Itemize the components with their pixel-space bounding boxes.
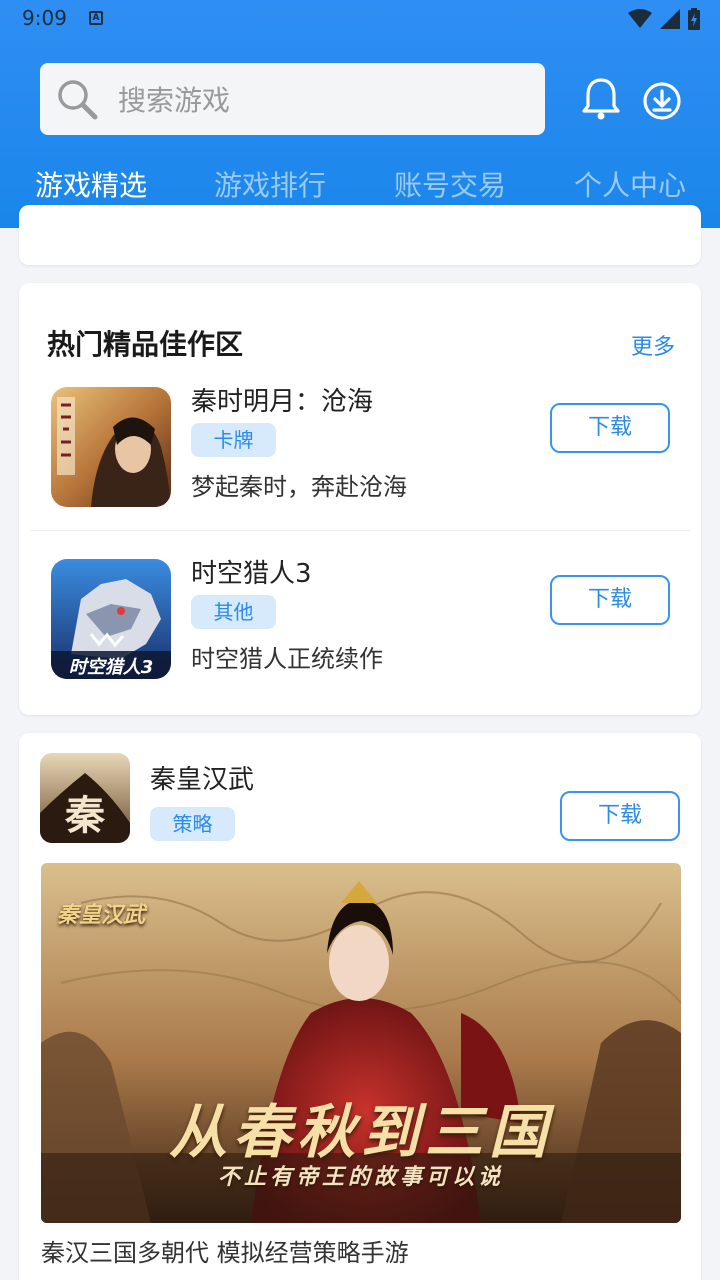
more-link[interactable]: 更多 [631, 329, 675, 361]
search-placeholder: 搜索游戏 [118, 84, 231, 117]
status-indicators [628, 8, 700, 30]
featured-game-card[interactable]: 秦 秦皇汉武 策略 下载 秦皇汉武 从春秋到三国 不止有帝王的故事可以说 秦汉三… [19, 733, 701, 1280]
qinhuang-hanwu-game-icon: 秦 [40, 753, 130, 843]
game-banner-image[interactable]: 秦皇汉武 从春秋到三国 不止有帝王的故事可以说 [41, 863, 681, 1223]
banner-subline: 不止有帝王的故事可以说 [217, 1164, 504, 1190]
game-description: 秦汉三国多朝代 模拟经营策略手游 [41, 1239, 409, 1267]
signal-icon [660, 9, 680, 29]
game-list-item[interactable]: 秦时明月：沧海 卡牌 梦起秦时，奔赴沧海 下载 [19, 375, 701, 525]
game-category-tag: 其他 [191, 595, 276, 629]
search-icon [58, 80, 98, 120]
status-bar: 9:09 A [0, 0, 720, 36]
battery-charging-icon [688, 8, 700, 30]
app-header: 9:09 A 搜索游戏 游戏精选 游戏排行 账号交易 个人中心 [0, 0, 720, 228]
game-description: 时空猎人正统续作 [191, 645, 383, 673]
previous-card [19, 205, 701, 265]
banner-headline: 从春秋到三国 [168, 1098, 553, 1166]
game-name: 秦时明月：沧海 [191, 387, 374, 417]
game-name: 时空猎人3 [191, 559, 312, 589]
app-notification-icon: A [88, 11, 103, 25]
game-list-item[interactable]: 时空猎人3 时空猎人3 其他 时空猎人正统续作 下载 [19, 547, 701, 697]
shikong-lieren-game-icon: 时空猎人3 [51, 559, 171, 679]
download-icon[interactable] [642, 78, 682, 124]
download-button[interactable]: 下载 [560, 791, 680, 841]
bell-icon[interactable] [581, 76, 621, 122]
game-description: 梦起秦时，奔赴沧海 [191, 473, 407, 501]
search-input[interactable]: 搜索游戏 [40, 63, 545, 135]
game-category-tag: 策略 [150, 807, 235, 841]
tab-personal-center[interactable]: 个人中心 [574, 164, 686, 204]
wifi-icon [628, 9, 652, 28]
status-time: 9:09 [22, 6, 67, 30]
game-icon-caption: 时空猎人3 [68, 657, 154, 678]
tab-game-picks[interactable]: 游戏精选 [35, 164, 147, 204]
banner-logo-text: 秦皇汉武 [57, 902, 146, 928]
tab-game-ranking[interactable]: 游戏排行 [214, 164, 326, 204]
divider [31, 530, 691, 531]
download-button[interactable]: 下载 [550, 575, 670, 625]
hot-games-section: 热门精品佳作区 更多 秦时明月：沧海 卡牌 梦起秦时，奔赴沧海 下载 时空猎人3… [19, 283, 701, 715]
download-button[interactable]: 下载 [550, 403, 670, 453]
game-name: 秦皇汉武 [150, 765, 255, 795]
game-icon-glyph: 秦 [65, 792, 105, 839]
tab-account-trade[interactable]: 账号交易 [394, 164, 506, 204]
game-category-tag: 卡牌 [191, 423, 276, 457]
section-title: 热门精品佳作区 [47, 328, 244, 361]
qinshi-mingyue-game-icon [51, 387, 171, 507]
